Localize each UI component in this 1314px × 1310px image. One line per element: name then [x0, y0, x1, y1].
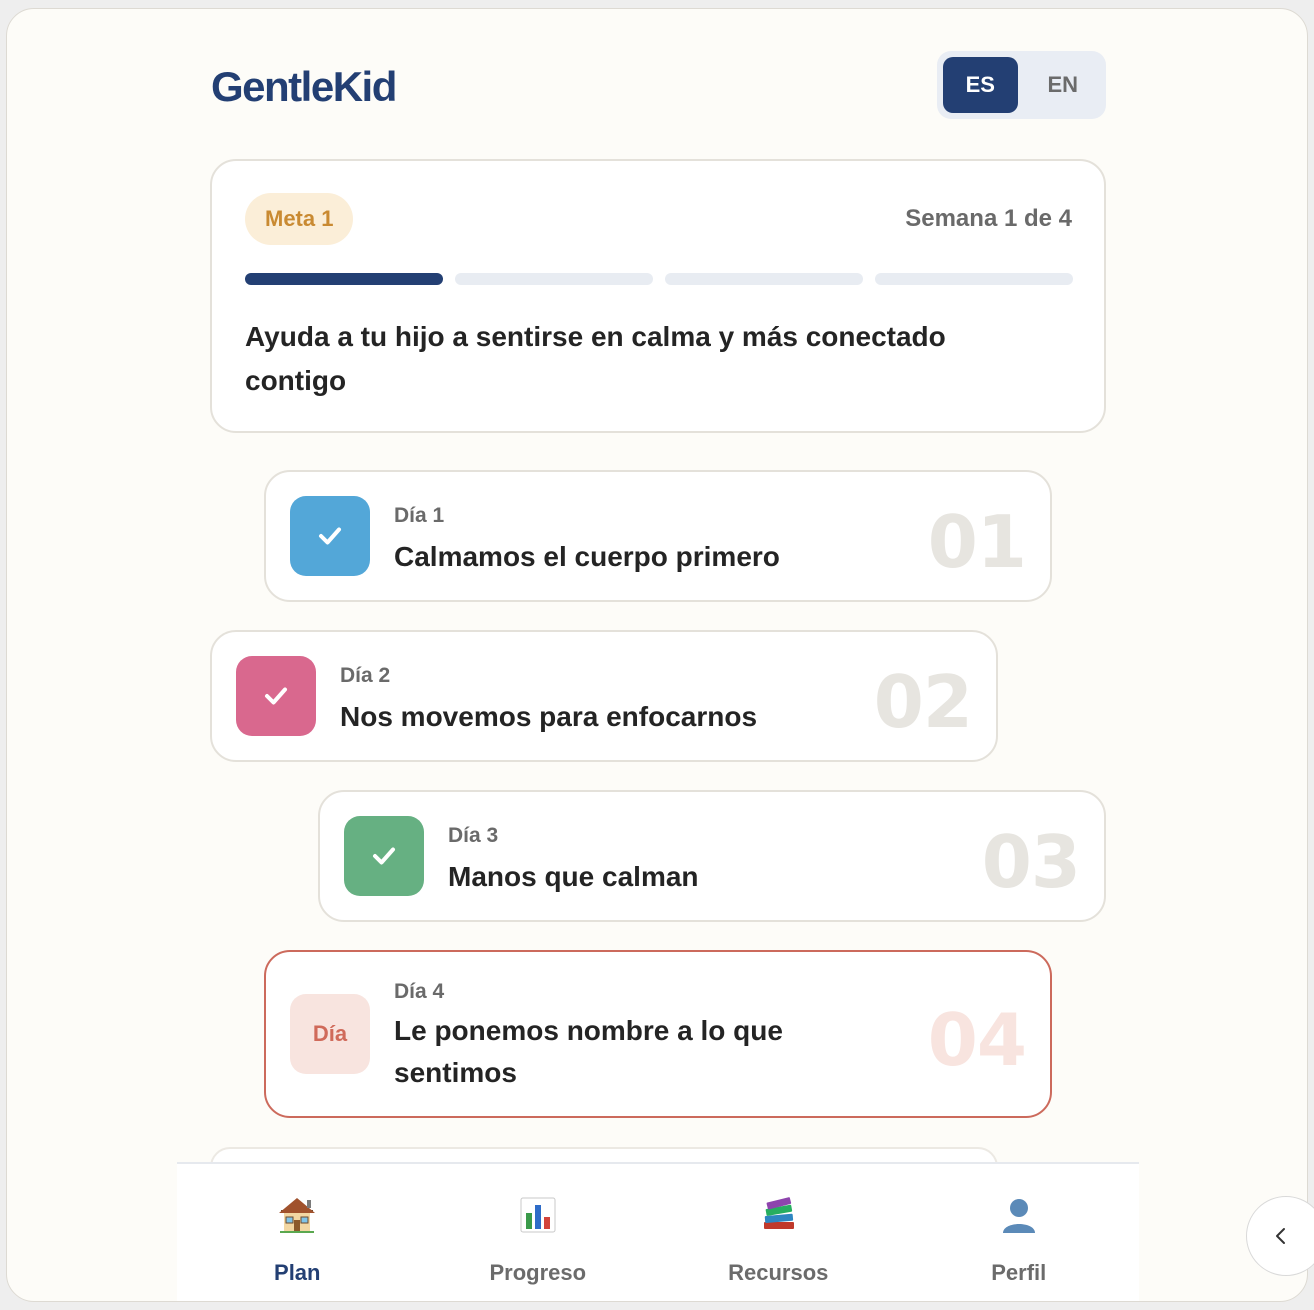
progress-segment [245, 273, 443, 285]
goal-week-label: Semana 1 de 4 [905, 205, 1072, 232]
day-card-4[interactable]: Día Día 4 Le ponemos nombre a lo que sen… [264, 950, 1052, 1118]
check-icon [319, 527, 341, 545]
person-icon [998, 1194, 1040, 1236]
nav-plan[interactable]: Plan [177, 1164, 418, 1301]
language-switcher: ES EN [937, 51, 1106, 119]
day-title: Manos que calman [448, 861, 699, 892]
chevron-left-icon [1276, 1228, 1285, 1244]
nav-label: Progreso [489, 1260, 587, 1285]
day-label: Día 3 [448, 824, 499, 847]
day-label: Día 4 [394, 980, 445, 1003]
house-icon [276, 1194, 318, 1236]
progress-segment [875, 273, 1073, 285]
day-status-box: Día [290, 994, 370, 1074]
nav-recursos[interactable]: Recursos [658, 1164, 899, 1301]
day-label: Día 2 [340, 664, 391, 687]
day-box-text: Día [312, 1021, 348, 1046]
day-number: 04 [927, 998, 1027, 1082]
week-progress-bar [245, 273, 1073, 285]
day-status-box [344, 816, 424, 896]
nav-label: Recursos [728, 1260, 829, 1285]
day-card-3[interactable]: Día 3 Manos que calman 03 [318, 790, 1106, 922]
day-title: Calmamos el cuerpo primero [394, 541, 780, 572]
app-logo: GentleKid [211, 63, 397, 110]
day-label: Día 1 [394, 504, 445, 527]
goal-description: Ayuda a tu hijo a sentirse en calma y má… [245, 321, 946, 396]
goal-card: Meta 1 Semana 1 de 4 Ayuda a tu hijo a s… [210, 159, 1106, 433]
bottom-nav: Plan Progreso Recursos Perfil [177, 1162, 1140, 1301]
progress-segment [455, 273, 653, 285]
goal-badge: Meta 1 [245, 193, 354, 245]
language-es-button[interactable]: ES [943, 57, 1018, 113]
day-card-1[interactable]: Día 1 Calmamos el cuerpo primero 01 [264, 470, 1052, 602]
books-icon [757, 1194, 799, 1236]
day-number: 02 [873, 660, 973, 744]
day-status-box [236, 656, 316, 736]
language-en-button[interactable]: EN [1026, 57, 1101, 113]
day-card-2[interactable]: Día 2 Nos movemos para enfocarnos 02 [210, 630, 998, 762]
day-status-box [290, 496, 370, 576]
progress-segment [665, 273, 863, 285]
nav-label: Plan [274, 1260, 321, 1285]
day-number: 01 [927, 500, 1027, 584]
bar-chart-icon [517, 1194, 559, 1236]
check-icon [373, 847, 395, 865]
app-frame: GentleKid ES EN Meta 1 Semana 1 de 4 Ayu… [6, 8, 1308, 1302]
nav-progreso[interactable]: Progreso [418, 1164, 659, 1301]
check-icon [265, 687, 287, 705]
day-title: Nos movemos para enfocarnos [340, 701, 758, 732]
day-number: 03 [981, 820, 1081, 904]
nav-label: Perfil [991, 1260, 1047, 1285]
nav-perfil[interactable]: Perfil [899, 1164, 1140, 1301]
day-title: Le ponemos nombre a lo que sentimos [394, 1015, 783, 1088]
